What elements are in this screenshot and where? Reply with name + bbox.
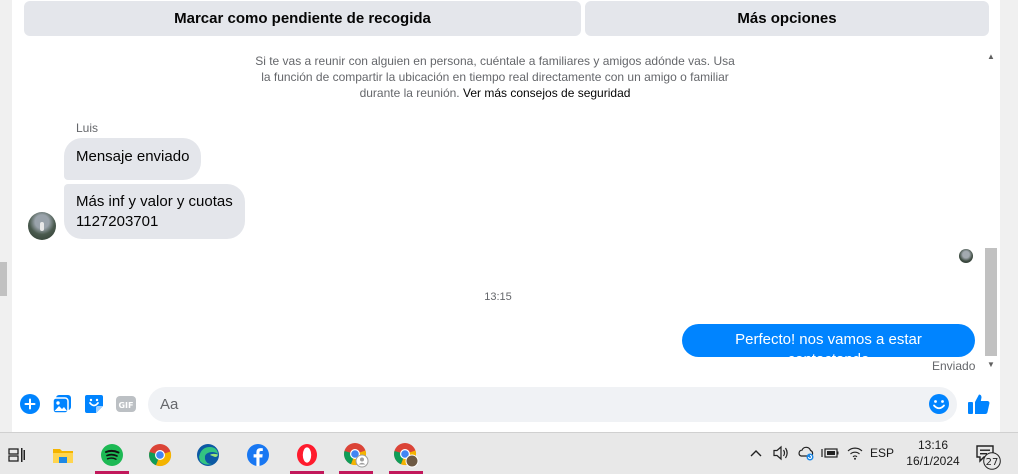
onedrive-sync-icon[interactable]: [796, 436, 816, 470]
message-input[interactable]: [148, 387, 957, 422]
input-language[interactable]: ESP: [868, 436, 896, 470]
chrome-profile-icon[interactable]: [389, 436, 423, 474]
safety-notice: Si te vas a reunir con alguien en person…: [255, 53, 735, 101]
incoming-message[interactable]: Mensaje enviado: [64, 138, 202, 180]
gif-label: GIF: [118, 401, 133, 410]
gif-icon[interactable]: GIF: [115, 393, 137, 415]
notifications-icon[interactable]: 27: [975, 444, 1001, 470]
incoming-message[interactable]: Más inf y valor y cuotas 1127203701: [64, 184, 245, 239]
scroll-up-arrow-icon[interactable]: ▲: [985, 51, 997, 63]
chrome-icon[interactable]: [143, 436, 177, 474]
edge-icon[interactable]: [191, 436, 225, 474]
left-scroll-thumb[interactable]: [0, 262, 7, 296]
message-text: 1127203701: [76, 213, 159, 230]
clock-date: 16/1/2024: [906, 454, 960, 468]
mark-pending-pickup-button[interactable]: Marcar como pendiente de recogida: [24, 1, 581, 36]
seen-indicator-avatar: [959, 249, 973, 263]
task-view-icon[interactable]: [0, 436, 34, 474]
notification-count: 27: [986, 457, 999, 468]
thumbs-up-icon[interactable]: [967, 392, 991, 416]
facebook-icon[interactable]: [241, 436, 275, 474]
plus-circle-icon[interactable]: [19, 393, 41, 415]
message-text: Más inf y valor y cuotas: [76, 193, 233, 210]
photo-icon[interactable]: [51, 393, 73, 415]
window-left-edge: [0, 0, 12, 432]
delivery-status: Enviado: [932, 359, 976, 373]
message-timestamp: 13:15: [484, 291, 512, 303]
wifi-icon[interactable]: [845, 436, 865, 470]
scrollbar-thumb[interactable]: [985, 248, 997, 356]
battery-icon[interactable]: [820, 436, 840, 470]
volume-icon[interactable]: [771, 436, 791, 470]
opera-icon[interactable]: [290, 436, 324, 474]
safety-tips-link[interactable]: Ver más consejos de seguridad: [463, 86, 630, 100]
marketplace-actions-bar: Marcar como pendiente de recogida Más op…: [12, 0, 1000, 46]
outgoing-message[interactable]: Perfecto! nos vamos a estar contactando: [682, 324, 975, 368]
sender-name: Luis: [76, 121, 99, 135]
chrome-profile-icon[interactable]: [339, 436, 373, 474]
message-text: Mensaje enviado: [76, 148, 190, 165]
taskbar-clock[interactable]: 13:16 16/1/2024: [898, 437, 968, 469]
clock-time: 13:16: [917, 438, 949, 452]
show-hidden-icons-icon[interactable]: [748, 436, 764, 470]
more-options-button[interactable]: Más opciones: [585, 1, 989, 36]
sticker-icon[interactable]: [83, 393, 105, 415]
sender-avatar[interactable]: [28, 212, 56, 240]
spotify-icon[interactable]: [95, 436, 129, 474]
window-right-edge: [1000, 0, 1018, 432]
emoji-icon[interactable]: [928, 393, 950, 415]
file-explorer-icon[interactable]: [46, 436, 80, 474]
scroll-down-arrow-icon[interactable]: ▼: [985, 359, 997, 371]
